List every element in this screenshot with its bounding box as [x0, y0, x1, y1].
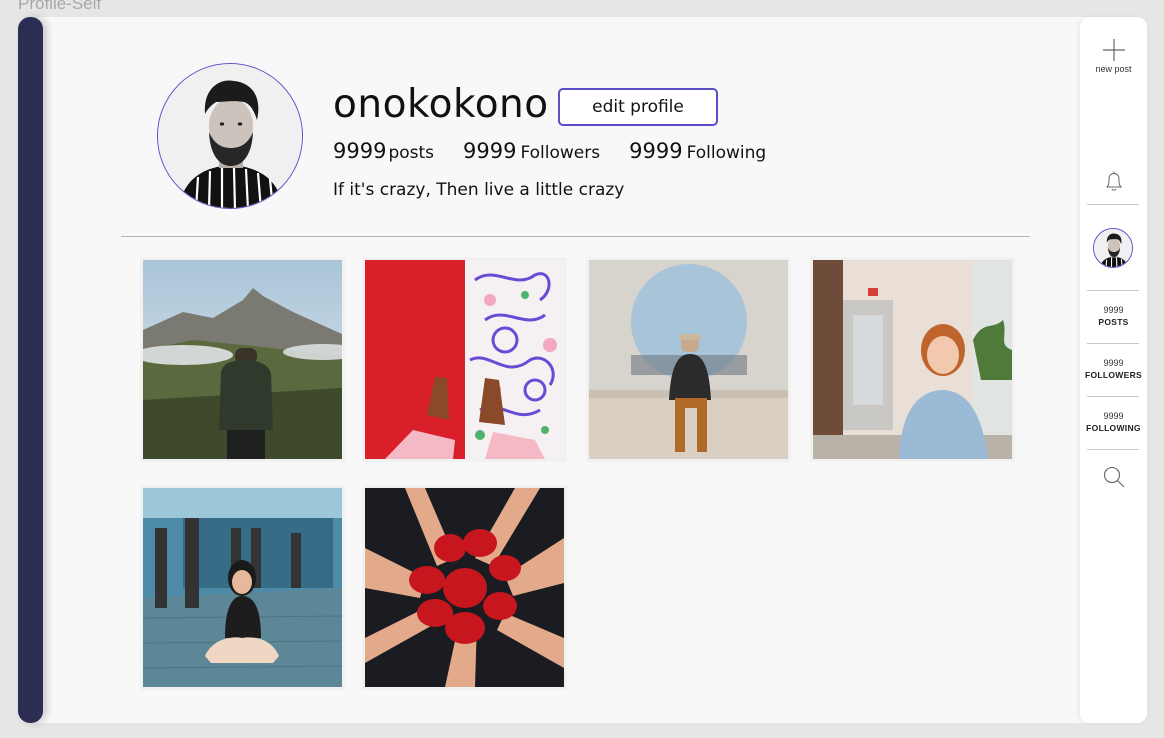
rightbar-posts-label: POSTS — [1098, 317, 1129, 327]
rightbar-posts[interactable]: 9999 POSTS — [1080, 305, 1147, 327]
edit-profile-button[interactable]: edit profile — [558, 88, 718, 126]
rightbar-followers-label: FOLLOWERS — [1085, 370, 1142, 380]
new-post-label: new post — [1095, 64, 1132, 74]
notifications-button[interactable] — [1080, 170, 1147, 192]
post-image-station — [143, 488, 342, 687]
rightbar-divider — [1087, 204, 1139, 205]
post-image-red-carpet — [365, 260, 564, 459]
stat-posts[interactable]: 9999 posts — [333, 139, 434, 163]
post-thumbnail[interactable] — [586, 257, 791, 462]
bell-icon — [1105, 171, 1122, 191]
profile-bio: If it's crazy, Then live a little crazy — [333, 180, 625, 200]
rightbar-divider — [1087, 396, 1139, 397]
rightbar-following-count: 9999 — [1103, 411, 1124, 421]
rightbar-following-label: FOLLOWING — [1086, 423, 1141, 433]
left-sidebar-bar — [18, 17, 43, 723]
following-count: 9999 — [629, 139, 683, 163]
new-post-button[interactable]: new post — [1080, 38, 1147, 74]
following-label: Following — [686, 143, 767, 163]
rightbar-posts-count: 9999 — [1103, 305, 1124, 315]
post-thumbnail[interactable] — [810, 257, 1015, 462]
post-image-smiling-woman — [813, 260, 1012, 459]
rightbar-followers[interactable]: 9999 FOLLOWERS — [1080, 358, 1147, 380]
post-thumbnail[interactable] — [362, 257, 567, 462]
rightbar-followers-count: 9999 — [1103, 358, 1124, 368]
posts-count: 9999 — [333, 139, 387, 163]
post-image-red-hands — [365, 488, 564, 687]
followers-count: 9999 — [463, 139, 517, 163]
profile-username: onokokono — [333, 82, 549, 127]
rightbar-divider — [1087, 290, 1139, 291]
header-divider — [121, 236, 1030, 237]
profile-avatar-small[interactable] — [1093, 228, 1133, 268]
search-button[interactable] — [1080, 465, 1147, 489]
frame-label: Profile-Self — [18, 0, 102, 13]
search-icon — [1103, 466, 1124, 488]
posts-label: posts — [388, 143, 435, 163]
profile-avatar-image — [158, 64, 302, 208]
plus-icon — [1102, 39, 1125, 61]
post-thumbnail[interactable] — [362, 485, 567, 690]
followers-label: Followers — [520, 143, 601, 163]
post-thumbnail[interactable] — [140, 485, 345, 690]
post-image-round-window — [589, 260, 788, 459]
rightbar-divider — [1087, 449, 1139, 450]
profile-avatar-small-image — [1094, 229, 1132, 267]
rightbar-following[interactable]: 9999 FOLLOWING — [1080, 411, 1147, 433]
rightbar-divider — [1087, 343, 1139, 344]
post-image-mountain — [143, 260, 342, 459]
post-thumbnail[interactable] — [140, 257, 345, 462]
stat-following[interactable]: 9999 Following — [629, 139, 766, 163]
profile-avatar — [157, 63, 303, 209]
stat-followers[interactable]: 9999 Followers — [463, 139, 600, 163]
profile-stats: 9999 posts 9999 Followers 9999 Following — [333, 139, 766, 163]
